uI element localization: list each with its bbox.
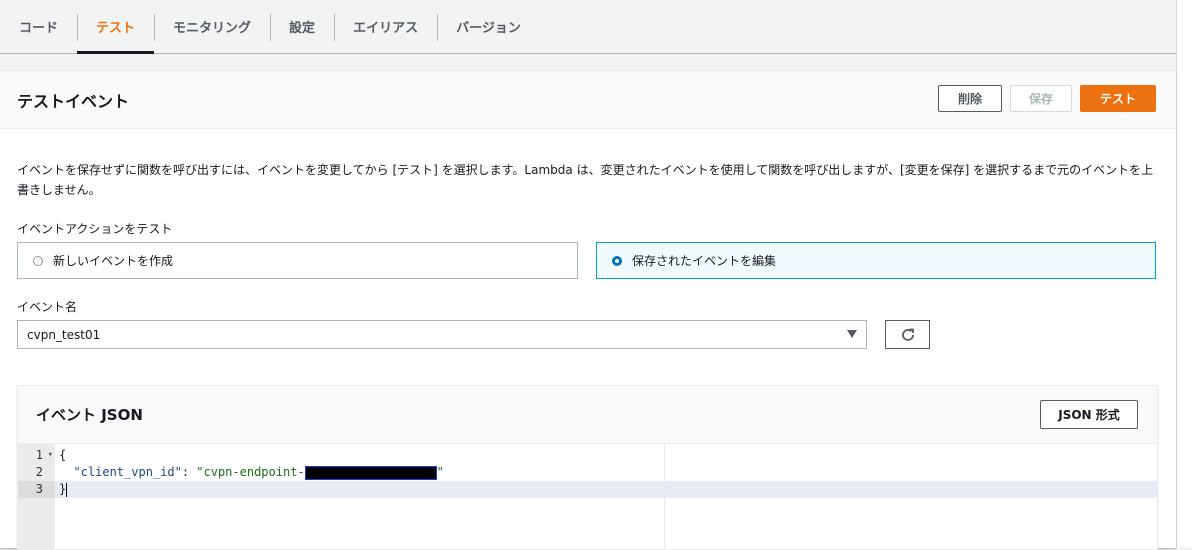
radio-selected-icon: [612, 255, 622, 266]
json-panel-header: イベント JSON JSON 形式: [18, 386, 1157, 444]
radio-create-new-event[interactable]: 新しいイベントを作成: [17, 242, 578, 279]
json-key: "client_vpn_id": [73, 465, 182, 479]
editor-gutter: 1 ▾ 2 3: [18, 444, 55, 549]
code-line: "client_vpn_id": "cvpn-endpoint- ": [73, 465, 444, 480]
event-name-value: cvpn_test01: [27, 327, 101, 342]
line-number: 1 ▾: [35, 447, 53, 464]
json-value: "cvpn-endpoint-: [196, 465, 305, 479]
json-panel-title: イベント JSON: [36, 406, 143, 424]
fold-toggle-icon[interactable]: ▾: [48, 447, 53, 464]
tab-code-label: コード: [19, 21, 59, 36]
code-line-active: }: [55, 481, 1157, 498]
refresh-icon: [901, 328, 914, 341]
radio-edit-saved-event[interactable]: 保存されたイベントを編集: [596, 242, 1156, 279]
line-number: 2: [35, 465, 43, 479]
page-right-edge: [1176, 0, 1192, 547]
tab-monitoring-label: モニタリング: [173, 21, 252, 36]
line-number: 3: [18, 481, 55, 498]
caret-down-icon: [847, 330, 857, 338]
event-action-label: イベントアクションをテスト: [17, 222, 173, 236]
description-text: イベントを保存せずに関数を呼び出すには、イベントを変更してから [テスト] を選…: [17, 163, 1154, 197]
test-button[interactable]: テスト: [1080, 85, 1156, 112]
tab-monitoring[interactable]: モニタリング: [154, 0, 270, 53]
page-title: テストイベント: [17, 92, 130, 111]
code-line: {: [59, 448, 67, 462]
redacted-block: [304, 465, 437, 480]
radio-create-new-label: 新しいイベントを作成: [53, 254, 174, 268]
tab-versions[interactable]: バージョン: [437, 0, 540, 53]
tab-aliases-label: エイリアス: [353, 21, 419, 36]
tab-versions-label: バージョン: [456, 21, 521, 36]
tab-bar: コード テスト モニタリング 設定 エイリアス バージョン: [0, 0, 1176, 54]
card-header: テストイベント 削除 保存 テスト: [0, 71, 1176, 129]
radio-unselected-icon: [33, 255, 43, 266]
refresh-button[interactable]: [885, 320, 930, 349]
test-event-card: テストイベント 削除 保存 テスト イベントを保存せずに関数を呼び出すには、イベ…: [0, 70, 1176, 550]
json-format-button[interactable]: JSON 形式: [1040, 400, 1138, 429]
text-cursor: [66, 482, 68, 497]
tab-test-label: テスト: [96, 21, 136, 36]
event-json-panel: イベント JSON JSON 形式 1 ▾ 2 3 { "client_vpn_…: [17, 385, 1158, 550]
tab-test[interactable]: テスト: [77, 0, 155, 54]
tab-aliases[interactable]: エイリアス: [334, 0, 437, 53]
save-button[interactable]: 保存: [1010, 85, 1072, 112]
tab-settings-label: 設定: [289, 21, 316, 36]
tab-settings[interactable]: 設定: [270, 0, 334, 53]
delete-button[interactable]: 削除: [938, 85, 1002, 112]
tab-code[interactable]: コード: [0, 0, 77, 53]
radio-edit-saved-label: 保存されたイベントを編集: [632, 254, 777, 268]
json-editor[interactable]: 1 ▾ 2 3 { "client_vpn_id": "cvpn-endpoin…: [18, 444, 1157, 549]
event-name-label: イベント名: [17, 300, 78, 314]
event-name-select[interactable]: cvpn_test01: [17, 320, 867, 349]
